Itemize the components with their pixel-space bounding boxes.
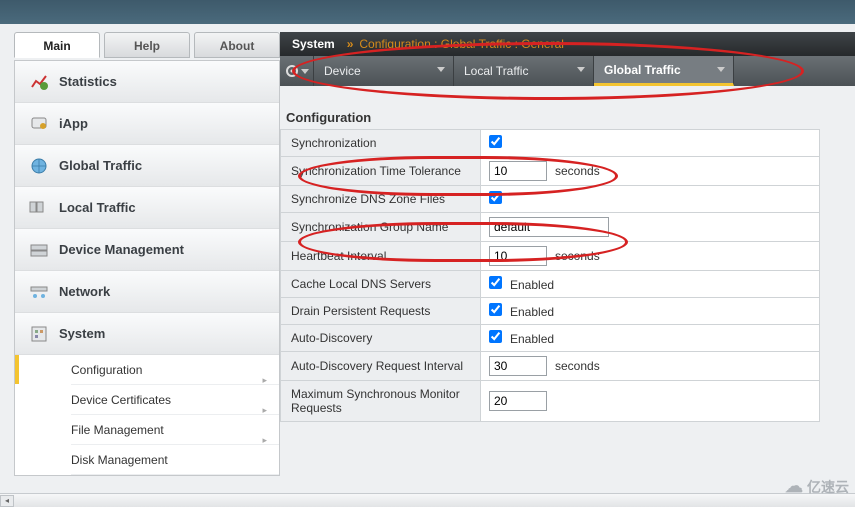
subitem-configuration[interactable]: Configuration▸ — [71, 355, 279, 385]
globe-icon — [29, 156, 49, 176]
menu-local-traffic[interactable]: Local Traffic — [454, 56, 594, 86]
iapp-icon — [29, 114, 49, 134]
tab-help[interactable]: Help — [104, 32, 190, 58]
gear-menu[interactable] — [280, 56, 314, 86]
label-sync-dns: Synchronize DNS Zone Files — [281, 186, 481, 213]
checkbox-sync-dns[interactable] — [489, 191, 502, 204]
cloud-icon: ☁ — [785, 476, 803, 497]
subitem-disk-management[interactable]: Disk Management — [71, 445, 279, 475]
section-menu: Device Local Traffic Global Traffic — [280, 56, 855, 86]
sidebar-item-label: Local Traffic — [59, 200, 136, 215]
sidebar: Statistics iApp Global Traffic Local Tra… — [14, 60, 280, 476]
label-sync-tol: Synchronization Time Tolerance — [281, 157, 481, 186]
watermark: ☁ 亿速云 — [785, 476, 849, 497]
network-icon — [29, 282, 49, 302]
breadcrumb-root: System — [292, 37, 335, 51]
sidebar-item-iapp[interactable]: iApp — [15, 103, 279, 145]
scroll-left-arrow[interactable]: ◂ — [0, 495, 14, 507]
tab-main[interactable]: Main — [14, 32, 100, 58]
input-sync-group[interactable] — [489, 217, 609, 237]
section-title: Configuration — [280, 86, 855, 129]
sidebar-item-system[interactable]: System — [15, 313, 279, 355]
checkbox-drain[interactable] — [489, 303, 502, 316]
device-icon — [29, 240, 49, 260]
sidebar-item-label: Global Traffic — [59, 158, 142, 173]
sidebar-item-statistics[interactable]: Statistics — [15, 61, 279, 103]
checkbox-sync[interactable] — [489, 135, 502, 148]
sidebar-item-label: Statistics — [59, 74, 117, 89]
servers-icon — [29, 198, 49, 218]
label-heartbeat: Heartbeat Interval — [281, 242, 481, 271]
label-auto-disc-int: Auto-Discovery Request Interval — [281, 352, 481, 381]
sidebar-item-label: iApp — [59, 116, 88, 131]
caret-down-icon — [717, 67, 725, 72]
breadcrumb-trail: Configuration : Global Traffic : General — [359, 37, 564, 51]
label-auto-disc: Auto-Discovery — [281, 325, 481, 352]
input-sync-tol[interactable] — [489, 161, 547, 181]
breadcrumb-sep: » — [347, 37, 354, 51]
sidebar-item-network[interactable]: Network — [15, 271, 279, 313]
label-cache-dns: Cache Local DNS Servers — [281, 271, 481, 298]
sidebar-item-label: Device Management — [59, 242, 184, 257]
checkbox-cache-dns[interactable] — [489, 276, 502, 289]
sidebar-item-label: System — [59, 326, 105, 341]
sidebar-item-device-management[interactable]: Device Management — [15, 229, 279, 271]
label-max-sync: Maximum Synchronous Monitor Requests — [281, 381, 481, 422]
menu-device[interactable]: Device — [314, 56, 454, 86]
caret-down-icon — [437, 67, 445, 72]
subitem-file-management[interactable]: File Management▸ — [71, 415, 279, 445]
stats-icon — [29, 72, 49, 92]
system-icon — [29, 324, 49, 344]
label-sync-group: Synchronization Group Name — [281, 213, 481, 242]
gear-icon — [285, 64, 299, 78]
label-drain: Drain Persistent Requests — [281, 298, 481, 325]
checkbox-auto-disc[interactable] — [489, 330, 502, 343]
config-form: Synchronization Synchronization Time Tol… — [280, 129, 820, 422]
label-sync: Synchronization — [281, 130, 481, 157]
sidebar-item-label: Network — [59, 284, 110, 299]
menu-global-traffic[interactable]: Global Traffic — [594, 56, 734, 86]
tab-about[interactable]: About — [194, 32, 280, 58]
horizontal-scrollbar[interactable]: ◂ — [0, 493, 855, 507]
breadcrumb: System » Configuration : Global Traffic … — [280, 32, 855, 56]
input-max-sync[interactable] — [489, 391, 547, 411]
subitem-device-certificates[interactable]: Device Certificates▸ — [71, 385, 279, 415]
caret-down-icon — [577, 67, 585, 72]
sidebar-item-local-traffic[interactable]: Local Traffic — [15, 187, 279, 229]
input-heartbeat[interactable] — [489, 246, 547, 266]
sidebar-item-global-traffic[interactable]: Global Traffic — [15, 145, 279, 187]
input-auto-disc-int[interactable] — [489, 356, 547, 376]
